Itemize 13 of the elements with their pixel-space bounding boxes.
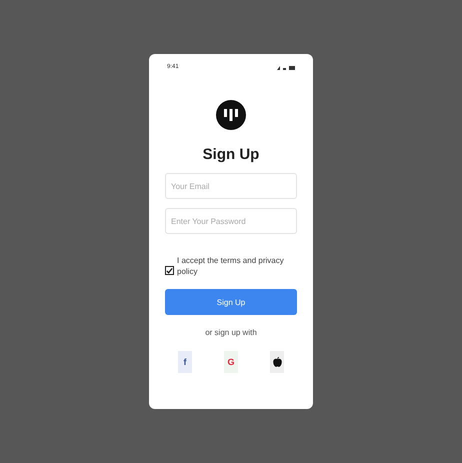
input-field[interactable]: Enter Your Password <box>165 208 297 234</box>
terms-label: I accept the terms and privacy policy <box>177 255 285 277</box>
facebook-button[interactable]: f <box>178 351 192 373</box>
page-title: Sign Up <box>202 146 260 163</box>
input-field[interactable]: Your Email <box>165 173 297 199</box>
sign-up-button[interactable]: Sign Up <box>165 289 297 315</box>
logo-icon <box>216 100 246 130</box>
divider-text: or sign up with <box>205 328 257 337</box>
apple-button[interactable] <box>270 351 284 373</box>
checkbox[interactable] <box>165 266 174 275</box>
google-button[interactable]: G <box>224 351 238 373</box>
status-icons <box>277 64 295 70</box>
apple-icon <box>272 357 282 367</box>
